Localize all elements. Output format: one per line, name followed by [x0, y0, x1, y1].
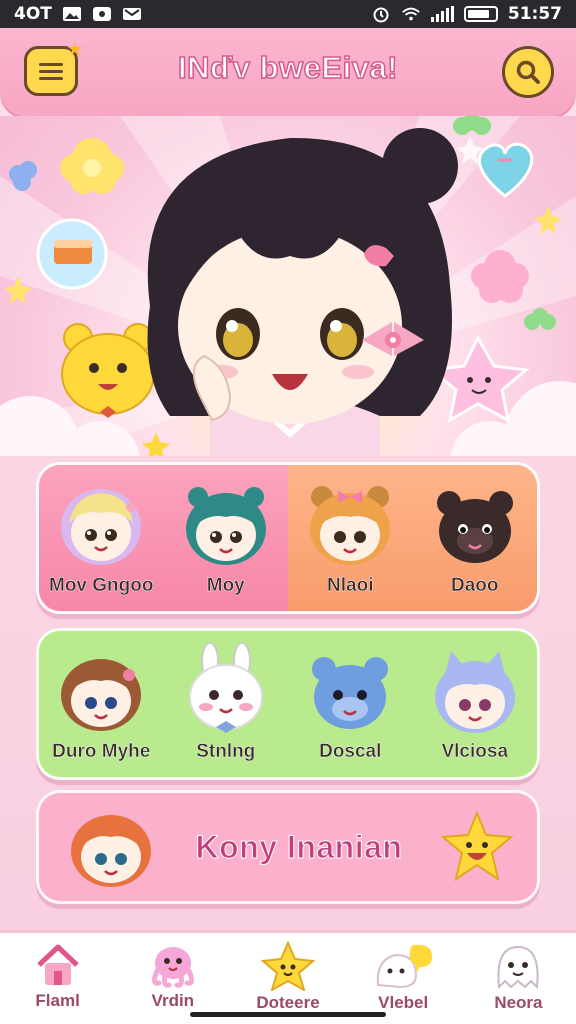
character-avatar-icon	[188, 642, 263, 733]
wifi-icon	[401, 6, 421, 22]
category-label: Nlaoi	[327, 575, 374, 596]
character-avatar-icon	[310, 486, 391, 565]
image-icon	[62, 6, 82, 22]
star-badge-icon: ★	[66, 39, 83, 60]
category-card[interactable]: Doscal	[288, 631, 413, 777]
category-card[interactable]: Mov Gngoo	[39, 465, 164, 611]
cake-bubble-icon	[36, 218, 108, 290]
smiling-star-icon	[440, 810, 514, 882]
nav-item-home[interactable]: Flaml	[0, 933, 115, 1024]
app-header: ★ INďv bweEiva!	[0, 28, 576, 116]
home-indicator[interactable]	[190, 1012, 386, 1017]
category-label: Stnlng	[196, 741, 256, 762]
nav-label: Vlebel	[378, 993, 429, 1012]
category-panel-1: Mov Gngoo Moy Nlaoi Daoo	[36, 462, 540, 614]
category-group-b: Nlaoi Daoo	[288, 465, 537, 611]
category-card[interactable]: Stnlng	[164, 631, 289, 777]
character-avatar-icon	[312, 657, 389, 729]
nav-item-ghost[interactable]: Neora	[461, 933, 576, 1024]
message-icon	[92, 6, 112, 22]
home-icon	[36, 944, 79, 985]
status-left: 4OT	[14, 4, 142, 24]
category-panel-2: Duro Myhe Stnlng Doscal Vlciosa	[36, 628, 540, 780]
nav-label: Flaml	[35, 991, 80, 1010]
menu-button[interactable]: ★	[24, 39, 83, 96]
carrier-label: 4OT	[14, 4, 52, 24]
star-icon	[260, 941, 316, 991]
status-right: 51:57	[371, 4, 562, 24]
main-character-illustration	[147, 128, 458, 456]
ghost-chat-icon	[377, 944, 433, 989]
search-button[interactable]	[502, 46, 554, 98]
category-label: Daoo	[451, 575, 499, 596]
category-card[interactable]: Moy	[164, 465, 289, 611]
signal-icon	[430, 6, 454, 22]
category-card[interactable]: Duro Myhe	[39, 631, 164, 777]
yellow-flower-icon	[60, 138, 124, 194]
hero-banner	[0, 116, 576, 456]
category-label: Duro Myhe	[52, 741, 151, 762]
category-group-a: Mov Gngoo Moy	[39, 465, 288, 611]
character-avatar-icon	[434, 651, 515, 733]
banner-title: Kony Inanian	[195, 828, 403, 865]
category-label: Moy	[206, 575, 245, 596]
banner-avatar-icon	[71, 815, 151, 887]
category-label: Mov Gngoo	[49, 575, 154, 596]
nav-item-star[interactable]: Doteere	[230, 933, 345, 1024]
nav-item-octopus[interactable]: Vrdin	[115, 933, 230, 1024]
alarm-icon	[371, 6, 391, 23]
category-card[interactable]: Nlaoi	[288, 465, 413, 611]
category-label: Doscal	[319, 741, 382, 762]
nav-label: Doteere	[256, 993, 320, 1012]
status-bar: 4OT 51:57	[0, 0, 576, 28]
octopus-icon	[151, 947, 194, 988]
hero-illustration	[0, 116, 576, 456]
search-icon	[516, 60, 540, 84]
category-card[interactable]: Daoo	[413, 465, 538, 611]
category-label: Vlciosa	[441, 741, 509, 762]
bottom-navigation: Flaml Vrdin Doteere Vlebel Neora	[0, 930, 576, 1024]
ghost-icon	[497, 945, 539, 990]
character-avatar-icon	[61, 489, 142, 565]
featured-banner[interactable]: Kony Inanian	[36, 790, 540, 904]
character-avatar-icon	[436, 491, 513, 563]
battery-icon	[463, 6, 498, 22]
nav-item-chat[interactable]: Vlebel	[346, 933, 461, 1024]
app-title: INďv bweEiva!	[177, 49, 399, 86]
category-card[interactable]: Vlciosa	[413, 631, 538, 777]
heart-bubble-icon	[477, 142, 534, 198]
character-avatar-icon	[185, 487, 266, 565]
nav-label: Neora	[494, 993, 543, 1012]
character-avatar-icon	[61, 659, 142, 731]
nav-label: Vrdin	[151, 991, 195, 1010]
clock: 51:57	[507, 4, 562, 24]
mail-icon	[122, 6, 142, 22]
